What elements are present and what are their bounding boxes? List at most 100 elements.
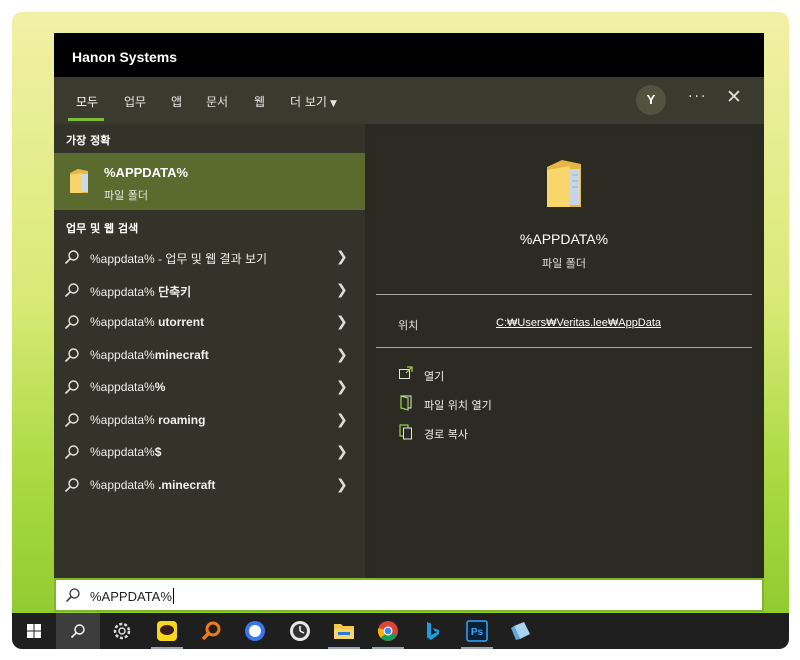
tab-apps[interactable]: 앱 — [171, 93, 182, 110]
folder-icon — [547, 160, 581, 207]
file-explorer-icon — [334, 624, 354, 639]
running-indicator — [372, 647, 404, 649]
result-text: %appdata% utorrent — [90, 315, 204, 329]
more-options-button[interactable]: ··· — [688, 89, 707, 105]
result-bold: $ — [154, 445, 162, 459]
taskbar-search-app[interactable] — [189, 613, 233, 649]
running-indicator — [151, 647, 183, 649]
search-input[interactable]: %APPDATA% — [54, 578, 764, 612]
list-item[interactable]: %appdata%$ ❯ — [54, 437, 365, 469]
signal-chat-icon — [245, 621, 265, 641]
list-item[interactable]: %appdata% - 업무 및 웹 결과 보기 ❯ — [54, 242, 365, 274]
result-prefix: %appdata% — [90, 413, 159, 427]
result-text: %appdata% .minecraft — [90, 478, 215, 492]
running-indicator — [461, 647, 493, 649]
start-search-panel: Hanon Systems 모두 업무 앱 문서 웹 더 보기 ▼ Y ··· ✕… — [54, 33, 764, 578]
result-bold: utorrent — [158, 315, 205, 329]
tab-all[interactable]: 모두 — [76, 93, 98, 110]
open-label: 열기 — [424, 370, 445, 383]
chevron-right-icon: ❯ — [336, 282, 348, 298]
chevron-right-icon: ❯ — [336, 412, 348, 428]
search-value: %APPDATA% — [90, 588, 174, 604]
tab-work[interactable]: 업무 — [124, 93, 146, 110]
open-action[interactable]: 열기 — [398, 365, 598, 387]
search-icon — [64, 380, 79, 395]
best-match-item[interactable]: %APPDATA% 파일 폴더 — [54, 153, 365, 210]
result-text: %appdata%% — [90, 380, 165, 394]
detail-pane: %APPDATA% 파일 폴더 위치 C:₩Users₩Veritas.lee₩… — [376, 135, 752, 578]
search-icon — [70, 624, 85, 639]
chrome-icon — [378, 621, 398, 641]
open-file-location-action[interactable]: 파일 위치 열기 — [398, 394, 598, 416]
result-text: %appdata%minecraft — [90, 348, 209, 362]
search-icon — [65, 588, 80, 603]
location-label: 위치 — [398, 319, 419, 332]
taskbar-clock-app[interactable] — [278, 613, 322, 649]
search-icon — [64, 413, 79, 428]
result-bold: roaming — [158, 413, 206, 427]
file-location-icon — [400, 395, 412, 411]
result-bold: % — [154, 380, 166, 394]
chevron-right-icon: ❯ — [336, 249, 348, 265]
taskbar-file-explorer[interactable] — [322, 613, 366, 649]
taskbar-signal[interactable] — [233, 613, 277, 649]
result-text: %appdata%$ — [90, 445, 161, 459]
tab-web[interactable]: 웹 — [254, 93, 265, 110]
result-prefix: %appdata% — [90, 285, 159, 299]
taskbar-photoshop[interactable]: Ps — [455, 613, 499, 649]
open-file-location-label: 파일 위치 열기 — [424, 399, 492, 412]
result-prefix: %appdata% — [90, 445, 155, 459]
divider — [376, 294, 752, 295]
chevron-right-icon: ❯ — [336, 379, 348, 395]
taskbar: Ps — [12, 613, 789, 649]
tab-more[interactable]: 더 보기 ▼ — [290, 93, 337, 110]
list-item[interactable]: %appdata% .minecraft ❯ — [54, 470, 365, 502]
copy-path-action[interactable]: 경로 복사 — [398, 423, 598, 445]
result-text: %appdata% 단축키 — [90, 283, 191, 300]
clock-app-icon — [290, 621, 310, 641]
tab-more-label: 더 보기 — [290, 95, 327, 109]
close-button[interactable]: ✕ — [726, 86, 742, 108]
divider — [376, 347, 752, 348]
bing-icon — [427, 622, 439, 640]
best-match-heading: 가장 정확 — [66, 134, 111, 147]
search-icon — [64, 315, 79, 330]
result-prefix: %appdata% - 업무 및 웹 결과 보기 — [90, 252, 268, 266]
taskbar-search-button[interactable] — [56, 613, 100, 649]
result-bold: .minecraft — [158, 478, 216, 492]
result-prefix: %appdata% — [90, 348, 155, 362]
result-bold: minecraft — [154, 348, 209, 362]
list-item[interactable]: %appdata%% ❯ — [54, 372, 365, 404]
notepad-icon — [511, 622, 530, 640]
best-match-subtitle: 파일 폴더 — [104, 189, 148, 202]
taskbar-notepad[interactable] — [499, 613, 543, 649]
avatar[interactable]: Y — [636, 85, 666, 115]
search-text: %APPDATA% — [90, 589, 172, 604]
kakaotalk-icon — [157, 621, 177, 641]
start-button[interactable] — [12, 613, 56, 649]
taskbar-settings[interactable] — [100, 613, 144, 649]
chevron-right-icon: ❯ — [336, 444, 348, 460]
list-item[interactable]: %appdata% roaming ❯ — [54, 405, 365, 437]
search-filter-tabs: 모두 업무 앱 문서 웹 더 보기 ▼ Y ··· ✕ — [54, 77, 764, 124]
tab-documents[interactable]: 문서 — [206, 93, 228, 110]
search-icon — [64, 283, 79, 298]
result-prefix: %appdata% — [90, 478, 159, 492]
chevron-down-icon: ▼ — [329, 99, 337, 109]
list-item[interactable]: %appdata%minecraft ❯ — [54, 340, 365, 372]
taskbar-bing[interactable] — [411, 613, 455, 649]
org-title: Hanon Systems — [54, 33, 764, 77]
result-bold: 단축키 — [158, 285, 192, 299]
list-item[interactable]: %appdata% utorrent ❯ — [54, 307, 365, 339]
list-item[interactable]: %appdata% 단축키 ❯ — [54, 275, 365, 307]
result-text: %appdata% roaming — [90, 413, 205, 427]
taskbar-kakaotalk[interactable] — [145, 613, 189, 649]
web-search-heading: 업무 및 웹 검색 — [66, 222, 139, 235]
location-path-link[interactable]: C:₩Users₩Veritas.lee₩AppData — [496, 317, 661, 329]
taskbar-chrome[interactable] — [366, 613, 410, 649]
results-list: 가장 정확 %APPDATA% 파일 폴더 업무 및 웹 검색 %appdata… — [54, 124, 365, 578]
result-prefix: %appdata% — [90, 315, 159, 329]
search-icon — [64, 445, 79, 460]
open-icon — [399, 366, 413, 379]
svg-text:Ps: Ps — [471, 627, 484, 638]
